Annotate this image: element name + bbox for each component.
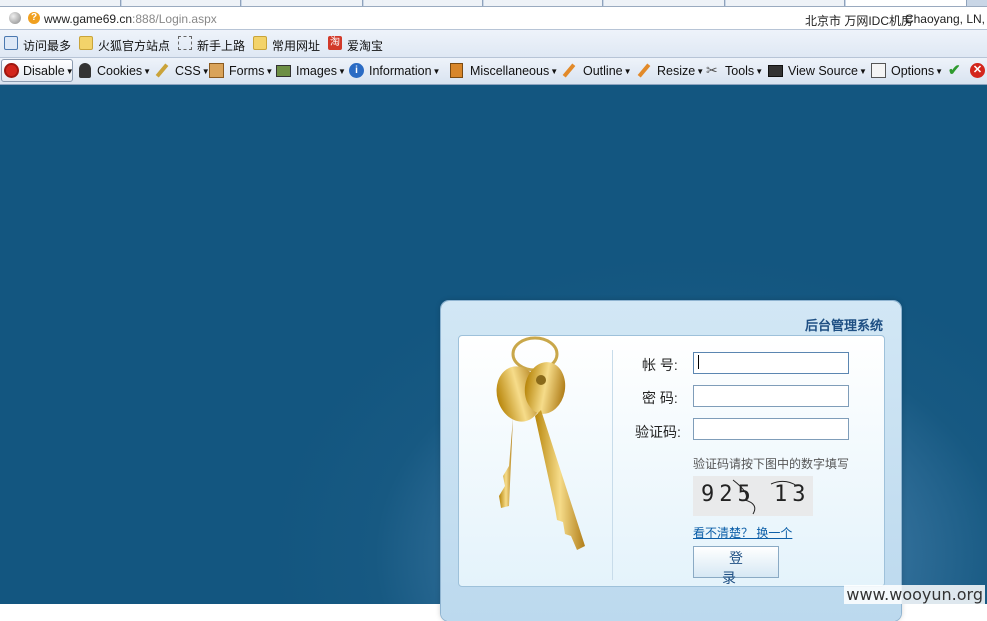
miscellaneous-menu[interactable]: Miscellaneous▼ <box>470 64 558 78</box>
cookie-user-icon <box>79 63 91 78</box>
form-divider <box>612 350 613 580</box>
url-path: :888/Login.aspx <box>132 12 217 26</box>
outline-pencil-icon <box>562 63 576 78</box>
close-toolbar-icon[interactable]: ✕ <box>970 63 985 78</box>
login-panel: 后台管理系统 帐 号: 密 码: 验证码: 验证码请按下图中的数字填写 925 … <box>441 301 901 621</box>
captcha-image[interactable]: 925 13 <box>693 476 813 516</box>
forms-menu[interactable]: Forms▼ <box>229 64 273 78</box>
bookmarks-toolbar: 访问最多 火狐官方站点 新手上路 常用网址 淘 爱淘宝 <box>0 30 987 58</box>
forms-clipboard-icon <box>209 63 224 78</box>
password-label: 密 码: <box>642 390 678 406</box>
url-text[interactable]: www.game69.cn:888/Login.aspx <box>44 12 217 26</box>
captcha-noise <box>732 479 798 515</box>
address-bar[interactable]: ? www.game69.cn:888/Login.aspx 北京市 万网IDC… <box>0 6 987 30</box>
globe-icon <box>9 12 21 24</box>
watermark: www.wooyun.org <box>844 585 985 604</box>
options-label: Options <box>891 64 935 78</box>
taobao-icon: 淘 <box>328 36 342 50</box>
image-icon <box>276 65 291 77</box>
css-menu[interactable]: CSS▼ <box>175 64 210 78</box>
resize-pencil-icon <box>637 63 651 78</box>
keys-illustration-icon <box>496 336 585 550</box>
resize-label: Resize <box>657 64 696 78</box>
miscellaneous-label: Miscellaneous <box>470 64 550 78</box>
bookmark-frequent[interactable]: 访问最多 <box>23 37 71 54</box>
site-info-icon[interactable]: ? <box>28 12 40 24</box>
login-form-area: 帐 号: 密 码: 验证码: 验证码请按下图中的数字填写 925 13 看不清楚… <box>458 335 885 587</box>
options-menu[interactable]: Options▼ <box>891 64 943 78</box>
disable-icon <box>4 63 19 78</box>
misc-book-icon <box>450 63 463 78</box>
bookmark-firefox-site[interactable]: 火狐官方站点 <box>98 37 170 54</box>
source-monitor-icon <box>768 65 783 77</box>
tools-icon: ✂ <box>706 62 718 78</box>
outline-label: Outline <box>583 64 623 78</box>
info-icon: i <box>349 63 364 78</box>
forms-label: Forms <box>229 64 265 78</box>
options-icon <box>871 63 886 78</box>
cookies-label: Cookies <box>97 64 143 78</box>
account-label: 帐 号: <box>642 357 678 373</box>
information-menu[interactable]: Information▼ <box>369 64 440 78</box>
bookmark-common-sites[interactable]: 常用网址 <box>272 37 320 54</box>
view-source-label: View Source <box>788 64 858 78</box>
panel-title: 后台管理系统 <box>804 318 883 333</box>
folder-icon <box>79 36 93 50</box>
refresh-captcha-link[interactable]: 看不清楚？ 换一个 <box>693 524 792 541</box>
frequent-icon <box>4 36 18 50</box>
validate-check-icon[interactable]: ✔ <box>948 63 963 78</box>
login-button[interactable]: 登 录 <box>693 546 779 586</box>
images-menu[interactable]: Images▼ <box>296 64 346 78</box>
captcha-label: 验证码: <box>635 424 681 440</box>
information-label: Information <box>369 64 432 78</box>
text-caret <box>698 355 699 369</box>
web-developer-toolbar: Disable▼ Cookies▼ CSS▼ Forms▼ Images▼ i … <box>0 58 987 85</box>
url-domain: www.game69.cn <box>44 12 133 26</box>
view-source-menu[interactable]: View Source▼ <box>788 64 867 78</box>
disable-label: Disable <box>23 64 65 78</box>
css-label: CSS <box>175 64 201 78</box>
tools-menu[interactable]: Tools▼ <box>725 64 763 78</box>
location-region: Chaoyang, LN, <box>904 12 985 26</box>
captcha-input[interactable] <box>693 418 849 440</box>
account-input[interactable] <box>693 352 849 374</box>
bookmark-getting-started[interactable]: 新手上路 <box>197 37 245 54</box>
bookmark-ai-taobao[interactable]: 爱淘宝 <box>347 37 383 54</box>
outline-menu[interactable]: Outline▼ <box>583 64 632 78</box>
dashed-folder-icon <box>178 36 192 50</box>
folder-icon <box>253 36 267 50</box>
tools-label: Tools <box>725 64 755 78</box>
password-input[interactable] <box>693 385 849 407</box>
css-pen-icon <box>155 63 169 78</box>
disable-menu[interactable]: Disable▼ <box>23 64 74 78</box>
location-city: 北京市 万网IDC机房 <box>804 14 913 28</box>
resize-menu[interactable]: Resize▼ <box>657 64 704 78</box>
images-label: Images <box>296 64 337 78</box>
captcha-hint: 验证码请按下图中的数字填写 <box>693 457 850 471</box>
cookies-menu[interactable]: Cookies▼ <box>97 64 151 78</box>
